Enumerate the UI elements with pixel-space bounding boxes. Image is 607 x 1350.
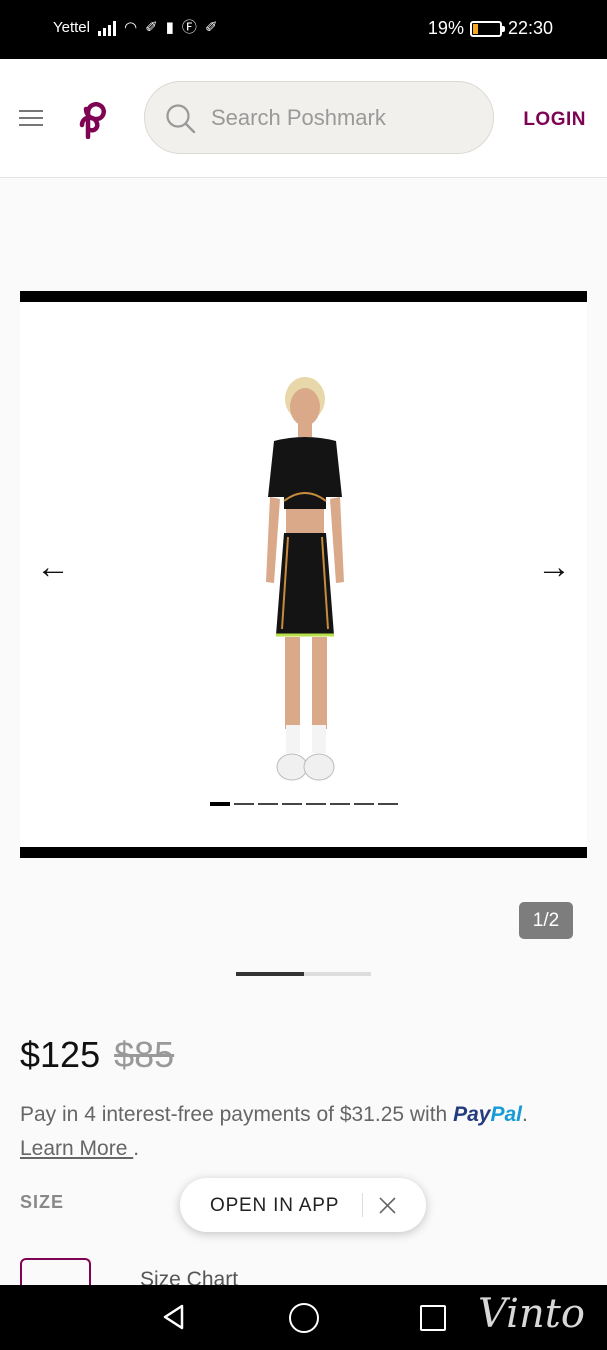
battery-percent: 19% [427,18,464,38]
image-counter-badge: 1/2 [519,902,573,939]
previous-image-arrow-icon[interactable]: ← [36,550,70,584]
clock: 22:30 [507,18,553,38]
wifi-icon: ◠ [123,18,138,36]
product-photo[interactable] [230,377,380,807]
open-in-app-banner[interactable]: OPEN IN APP [180,1178,426,1232]
home-icon[interactable] [289,1303,319,1333]
original-price: $85 [114,1034,175,1075]
close-icon[interactable] [379,1197,396,1214]
carousel-dot[interactable] [378,803,398,805]
next-image-arrow-icon[interactable]: → [537,550,571,584]
status-right: 19% 22:30 [428,18,553,39]
site-header: LOGIN [0,59,607,178]
carrier-label: Yettel [53,19,90,36]
alert-icon: ▮ [165,18,174,36]
search-icon[interactable] [165,103,197,135]
notification-icon: ✐ [145,18,158,36]
watermark: Vinto [478,1291,585,1337]
battery-icon [469,20,505,37]
paypal-installments: Pay in 4 interest-free payments of $31.2… [20,1103,528,1160]
image-border-bottom [20,847,587,858]
page-indicator-fill [236,972,304,976]
search-input[interactable] [211,100,481,136]
divider [362,1193,363,1217]
product-image-carousel[interactable]: ← → [20,291,587,858]
facebook-icon: Ⓕ [181,18,197,36]
carousel-dot[interactable] [258,803,278,805]
carousel-dot[interactable] [330,803,350,805]
paypal-logo: PayPal [453,1103,522,1126]
hamburger-menu-icon[interactable] [19,110,43,127]
period: . [133,1137,140,1160]
size-label: SIZE [20,1192,65,1212]
signal-icon [97,20,116,36]
status-left: Yettel ◠ ✐ ▮ Ⓕ ✐ [53,19,218,36]
carousel-dots [210,802,398,806]
paypal-installments-text: Pay in 4 interest-free payments of $31.2… [20,1103,448,1126]
carousel-dot[interactable] [234,803,254,805]
navigation-bar: Vinto [0,1285,607,1350]
status-bar: Yettel ◠ ✐ ▮ Ⓕ ✐ 19% 22:30 [0,0,607,59]
carousel-dot[interactable] [210,802,230,806]
notification-icon: ✐ [204,18,218,36]
poshmark-logo-icon[interactable] [74,99,112,139]
page-indicator [236,972,371,976]
carousel-dot[interactable] [306,803,326,805]
carousel-dot[interactable] [282,803,302,805]
price: $125 [20,1034,101,1075]
learn-more-link[interactable]: Learn More [20,1137,133,1160]
login-link[interactable]: LOGIN [523,109,586,131]
carousel-dot[interactable] [354,803,374,805]
battery-level [472,23,479,34]
recent-apps-icon[interactable] [420,1305,446,1331]
price-row: $125 $85 [20,1034,174,1076]
search-bar[interactable] [144,81,494,154]
open-in-app-button[interactable]: OPEN IN APP [210,1195,339,1217]
image-border-top [20,291,587,302]
back-icon[interactable] [160,1303,188,1331]
